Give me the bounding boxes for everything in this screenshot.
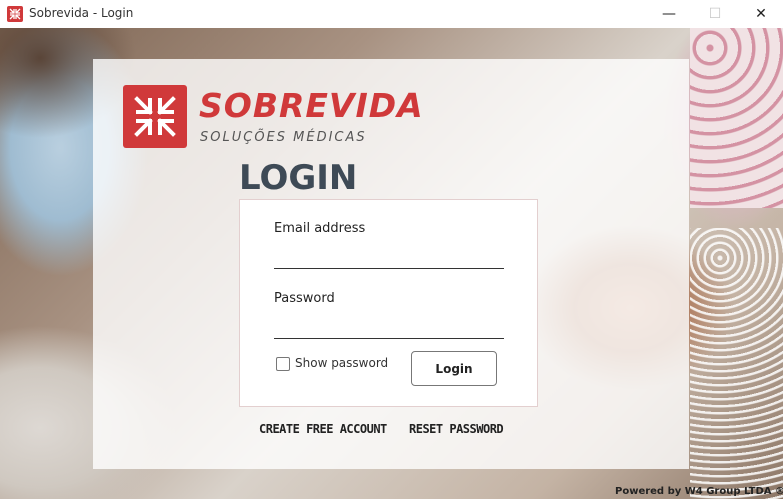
password-field[interactable]: [274, 316, 504, 339]
powered-by-text: Powered by W4 Group LTDA ®: [615, 486, 783, 497]
email-field[interactable]: [274, 246, 504, 269]
show-password-label[interactable]: Show password: [295, 356, 388, 370]
create-account-link[interactable]: CREATE FREE ACCOUNT: [259, 422, 387, 436]
email-label: Email address: [274, 221, 366, 236]
login-button[interactable]: Login: [411, 351, 497, 386]
sobrevida-logo-icon: [123, 85, 187, 148]
login-heading: LOGIN: [239, 158, 358, 198]
maximize-button[interactable]: ☐: [692, 0, 738, 28]
minimize-button[interactable]: —: [646, 0, 692, 28]
background-floral-fabric: [690, 28, 783, 208]
brand-name: SOBREVIDA: [199, 86, 424, 125]
window-title: Sobrevida - Login: [29, 6, 134, 20]
background-lace-fabric: [690, 228, 783, 499]
show-password-checkbox[interactable]: [276, 357, 290, 371]
title-bar: Sobrevida - Login — ☐ ✕: [0, 0, 783, 28]
app-icon: [7, 6, 23, 22]
reset-password-link[interactable]: RESET PASSWORD: [409, 422, 504, 436]
brand-subtitle: SOLUÇÕES MÉDICAS: [200, 130, 367, 145]
close-button[interactable]: ✕: [738, 0, 783, 28]
password-label: Password: [274, 291, 335, 306]
